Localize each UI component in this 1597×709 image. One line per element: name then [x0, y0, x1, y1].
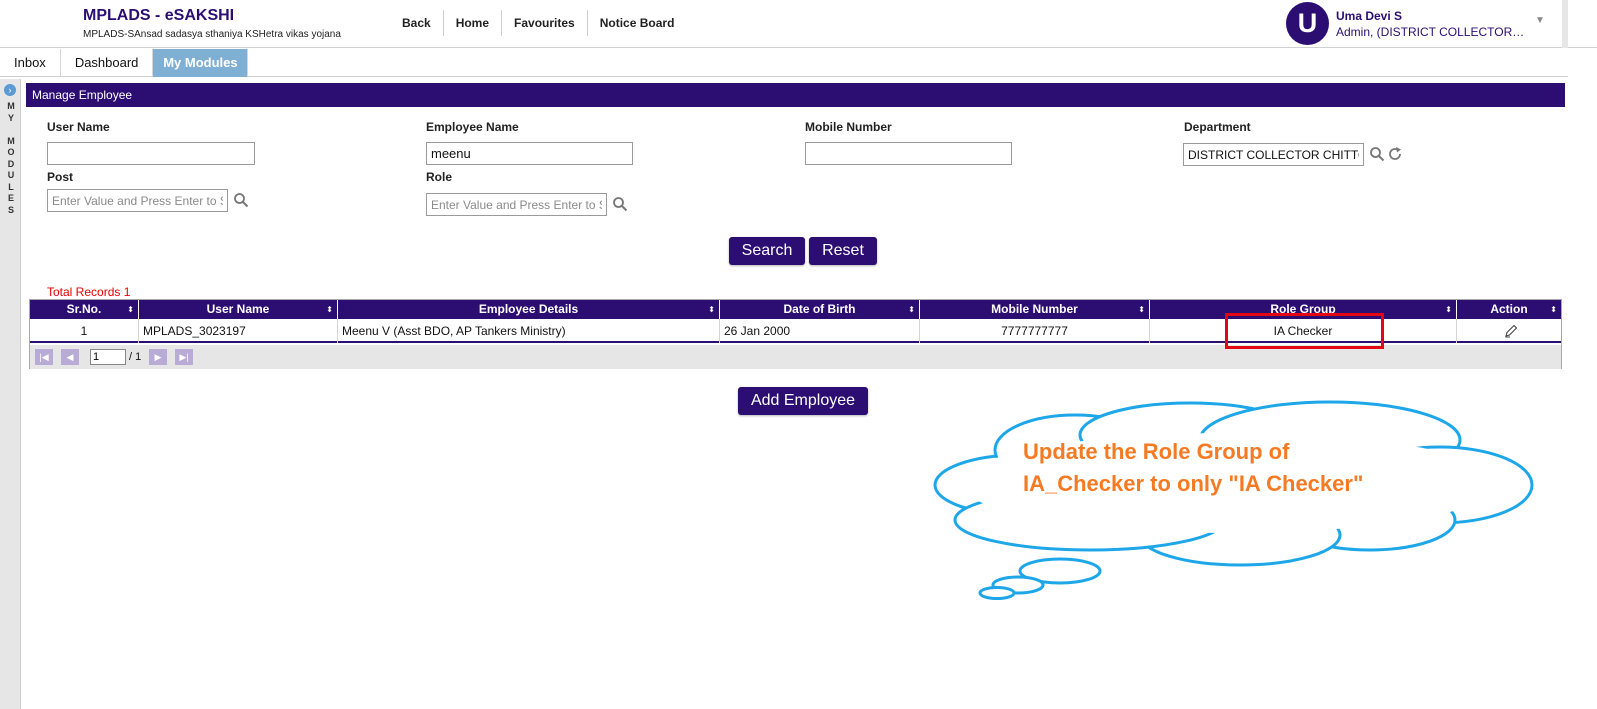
expand-icon[interactable]: ›: [4, 84, 16, 96]
role-label: Role: [426, 170, 453, 184]
tab-dashboard[interactable]: Dashboard: [61, 49, 154, 77]
callout-text: Update the Role Group of IA_Checker to o…: [1023, 439, 1364, 496]
column-header-sr-no[interactable]: Sr.No. ⬍: [30, 300, 139, 319]
column-header-user-name[interactable]: User Name ⬍: [139, 300, 338, 319]
column-header-action[interactable]: Action ⬍: [1457, 300, 1561, 319]
sort-icon[interactable]: ⬍: [326, 300, 333, 319]
user-role: Admin, (DISTRICT COLLECTOR…: [1336, 25, 1525, 39]
employee-name-input[interactable]: [426, 142, 633, 165]
column-header-employee-details[interactable]: Employee Details ⬍: [338, 300, 720, 319]
user-name-input[interactable]: [47, 142, 255, 165]
page-total: / 1: [129, 351, 142, 363]
cell-action: [1457, 319, 1561, 343]
mobile-number-label: Mobile Number: [805, 120, 892, 134]
first-page-button[interactable]: |◀: [35, 349, 53, 365]
next-page-button[interactable]: ▶: [149, 349, 167, 365]
total-records: Total Records 1: [47, 285, 131, 299]
user-name-label: User Name: [47, 120, 110, 134]
sort-icon[interactable]: ⬍: [1138, 300, 1145, 319]
module-tabs: Inbox Dashboard My Modules: [0, 49, 1568, 77]
column-header-mobile[interactable]: Mobile Number ⬍: [920, 300, 1150, 319]
search-icon[interactable]: [1369, 146, 1385, 162]
cell-mobile: 7777777777: [920, 319, 1150, 343]
department-label: Department: [1184, 120, 1251, 134]
side-rail[interactable]: › M Y M O D U L E S: [0, 79, 21, 709]
app-header: MPLADS - eSAKSHI MPLADS-SAnsad sadasya s…: [0, 0, 1597, 48]
cell-user-name: MPLADS_3023197: [139, 319, 338, 343]
sort-icon[interactable]: ⬍: [1445, 300, 1452, 319]
reset-button[interactable]: Reset: [809, 237, 877, 265]
app-subtitle: MPLADS-SAnsad sadasya sthaniya KSHetra v…: [83, 29, 341, 40]
search-icon[interactable]: [612, 196, 628, 212]
sort-icon[interactable]: ⬍: [127, 300, 134, 319]
app-title[interactable]: MPLADS - eSAKSHI: [83, 7, 234, 25]
refresh-icon[interactable]: [1387, 146, 1403, 162]
prev-page-button[interactable]: ◀: [61, 349, 79, 365]
search-icon[interactable]: [233, 192, 249, 208]
panel-title: Manage Employee: [26, 83, 1565, 107]
cell-employee-details: Meenu V (Asst BDO, AP Tankers Ministry): [338, 319, 720, 343]
edit-icon[interactable]: [1504, 324, 1518, 338]
last-page-button[interactable]: ▶|: [175, 349, 193, 365]
sort-icon[interactable]: ⬍: [1550, 300, 1557, 319]
sort-icon[interactable]: ⬍: [908, 300, 915, 319]
side-rail-label: M Y M O D U L E S: [7, 101, 15, 215]
nav-back[interactable]: Back: [390, 10, 443, 36]
user-menu[interactable]: U Uma Devi S Admin, (DISTRICT COLLECTOR……: [1283, 0, 1553, 47]
nav-notice-board[interactable]: Notice Board: [586, 10, 687, 36]
page-number-input[interactable]: [90, 349, 126, 365]
mobile-number-input[interactable]: [805, 142, 1012, 165]
post-label: Post: [47, 170, 74, 184]
nav-home[interactable]: Home: [442, 10, 501, 36]
tab-inbox[interactable]: Inbox: [0, 49, 61, 77]
highlight-box: [1225, 313, 1384, 349]
role-input[interactable]: [426, 193, 607, 216]
search-button[interactable]: Search: [729, 237, 805, 265]
cell-sr-no: 1: [30, 319, 139, 343]
employee-name-label: Employee Name: [426, 120, 519, 134]
cell-dob: 26 Jan 2000: [720, 319, 920, 343]
nav-favourites[interactable]: Favourites: [501, 10, 587, 36]
add-employee-button[interactable]: Add Employee: [738, 387, 868, 415]
department-input[interactable]: [1183, 143, 1364, 166]
sort-icon[interactable]: ⬍: [708, 300, 715, 319]
scrollbar[interactable]: [1562, 0, 1568, 48]
tab-my-modules[interactable]: My Modules: [153, 49, 249, 77]
callout-cloud: [933, 400, 1534, 600]
user-name: Uma Devi S: [1336, 9, 1403, 23]
chevron-down-icon[interactable]: ▼: [1535, 15, 1545, 26]
column-header-dob[interactable]: Date of Birth ⬍: [720, 300, 920, 319]
post-input[interactable]: [47, 189, 228, 212]
top-nav: Back Home Favourites Notice Board: [390, 10, 686, 36]
avatar: U: [1286, 2, 1329, 45]
